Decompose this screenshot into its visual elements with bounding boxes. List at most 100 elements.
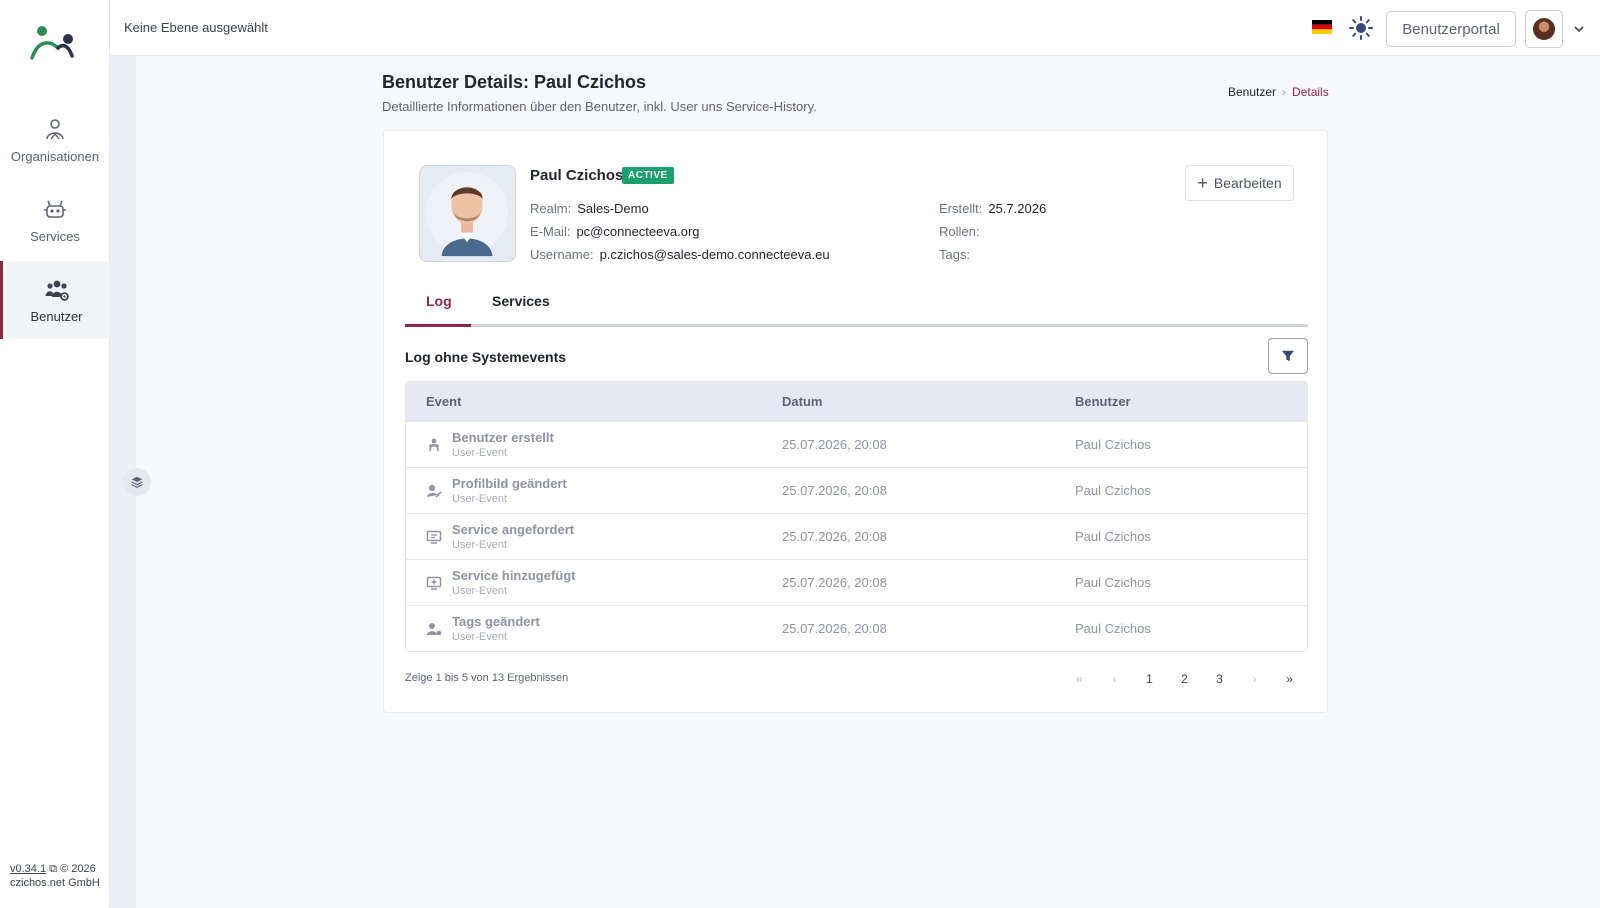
event-user: Paul Czichos	[1075, 621, 1151, 636]
event-date: 25.07.2026, 20:08	[782, 529, 887, 544]
first-page-button[interactable]: «	[1062, 667, 1097, 691]
breadcrumb: Benutzer › Details	[1228, 85, 1329, 99]
monitor-icon	[426, 530, 442, 544]
table-row[interactable]: Profilbild geändert User-Event 25.07.202…	[406, 467, 1307, 513]
avatar	[1533, 18, 1555, 40]
chevron-down-icon[interactable]	[1572, 22, 1586, 36]
result-count: Zeige 1 bis 5 von 13 Ergebnissen	[405, 672, 569, 684]
username-value: p.czichos@sales-demo.connecteeva.eu	[599, 247, 830, 262]
created-field: Erstellt: 25.7.2026	[939, 201, 1046, 216]
page-3-button[interactable]: 3	[1202, 667, 1237, 691]
event-title: Profilbild geändert	[452, 476, 567, 491]
level-selector[interactable]: Keine Ebene ausgewählt	[124, 20, 268, 35]
column-header-datum[interactable]: Datum	[782, 394, 1075, 409]
benutzerportal-button[interactable]: Benutzerportal	[1386, 11, 1516, 47]
copyright-year: © 2026	[60, 863, 96, 875]
filter-icon	[1281, 350, 1295, 362]
user-plus-icon	[429, 438, 439, 451]
plus-icon: +	[1197, 173, 1208, 193]
tags-label: Tags:	[939, 247, 971, 262]
realm-field: Realm: Sales-Demo	[530, 201, 649, 216]
user-name: Paul Czichos	[530, 167, 624, 184]
next-page-button[interactable]: ›	[1237, 667, 1272, 691]
layers-icon	[131, 476, 143, 488]
column-header-benutzer[interactable]: Benutzer	[1075, 394, 1131, 409]
page-2-button[interactable]: 2	[1167, 667, 1202, 691]
edit-button-label: Bearbeiten	[1213, 175, 1282, 191]
sidebar-item-benutzer[interactable]: Benutzer	[0, 261, 110, 339]
page-title: Benutzer Details: Paul Czichos	[382, 72, 647, 92]
tab-bar: Log Services	[405, 281, 1308, 327]
sidebar-item-label: Benutzer	[30, 308, 83, 324]
email-label: E-Mail:	[530, 224, 571, 239]
realm-label: Realm:	[530, 201, 572, 216]
filter-button[interactable]	[1268, 338, 1308, 374]
event-user: Paul Czichos	[1075, 529, 1151, 544]
table-row[interactable]: Tags geändert User-Event 25.07.2026, 20:…	[406, 605, 1307, 651]
created-label: Erstellt:	[939, 201, 983, 216]
chevron-right-icon: ›	[1282, 85, 1287, 99]
username-label: Username:	[530, 247, 594, 262]
user-photo	[419, 165, 516, 262]
page-subtitle: Detaillierte Informationen über den Benu…	[382, 99, 817, 114]
roles-label: Rollen:	[939, 224, 980, 239]
event-type: User-Event	[452, 493, 508, 505]
user-menu-button[interactable]	[1525, 10, 1563, 48]
email-value: pc@connecteeva.org	[576, 224, 700, 239]
event-type: User-Event	[452, 447, 508, 459]
users-gear-icon	[45, 280, 69, 301]
app-logo[interactable]	[28, 22, 82, 62]
prev-page-button[interactable]: ‹	[1097, 667, 1132, 691]
page-1-button[interactable]: 1	[1132, 667, 1167, 691]
app-footer: v0.34.1 ⧉ © 2026 czichos.net GmbH	[10, 862, 100, 890]
tab-services[interactable]: Services	[492, 293, 550, 309]
event-title: Tags geändert	[452, 614, 540, 629]
event-date: 25.07.2026, 20:08	[782, 483, 887, 498]
table-row[interactable]: Service angefordert User-Event 25.07.202…	[406, 513, 1307, 559]
username-field: Username: p.czichos@sales-demo.connectee…	[530, 247, 830, 262]
sidebar-item-label: Organisationen	[10, 148, 100, 164]
event-title: Benutzer erstellt	[452, 430, 554, 445]
sidebar-item-services[interactable]: Services	[0, 181, 110, 259]
external-link-icon: ⧉	[49, 863, 58, 875]
log-section-title: Log ohne Systemevents	[405, 349, 567, 365]
table-row[interactable]: Service hinzugefügt User-Event 25.07.202…	[406, 559, 1307, 605]
event-user: Paul Czichos	[1075, 437, 1151, 452]
event-title: Service hinzugefügt	[452, 568, 576, 583]
last-page-button[interactable]: »	[1272, 667, 1307, 691]
edit-button[interactable]: + Bearbeiten	[1185, 165, 1294, 201]
sidebar: Organisationen Services Benutzer v0.34.1…	[0, 0, 110, 908]
tab-log[interactable]: Log	[426, 293, 452, 309]
version-link[interactable]: v0.34.1	[10, 863, 46, 875]
event-date: 25.07.2026, 20:08	[782, 575, 887, 590]
layers-button[interactable]	[123, 468, 151, 496]
created-value: 25.7.2026	[988, 201, 1047, 216]
log-table: Event Datum Benutzer Benutzer erstellt U…	[405, 381, 1308, 652]
monitor-add-icon	[426, 576, 442, 590]
event-user: Paul Czichos	[1075, 575, 1151, 590]
table-header: Event Datum Benutzer	[406, 382, 1307, 421]
event-type: User-Event	[452, 539, 508, 551]
active-tab-indicator	[405, 324, 471, 327]
sun-icon[interactable]	[1348, 15, 1374, 41]
column-header-event[interactable]: Event	[406, 394, 782, 409]
event-title: Service angefordert	[452, 522, 575, 537]
table-row[interactable]: Benutzer erstellt User-Event 25.07.2026,…	[406, 421, 1307, 467]
robot-icon	[44, 200, 66, 218]
de-flag-icon[interactable]	[1312, 20, 1332, 34]
event-type: User-Event	[452, 585, 508, 597]
sidebar-item-organisationen[interactable]: Organisationen	[0, 101, 110, 179]
event-user: Paul Czichos	[1075, 483, 1151, 498]
user-edit-icon	[427, 484, 442, 498]
event-type: User-Event	[452, 631, 508, 643]
tags-field: Tags:	[939, 247, 976, 262]
company-name: czichos.net GmbH	[10, 877, 100, 889]
realm-value: Sales-Demo	[577, 201, 649, 216]
breadcrumb-benutzer[interactable]: Benutzer	[1228, 85, 1276, 99]
top-bar: Keine Ebene ausgewählt Benutzerportal	[110, 0, 1600, 56]
pagination: « ‹ 1 2 3 › »	[1062, 667, 1307, 691]
sidebar-item-label: Services	[30, 228, 80, 244]
event-date: 25.07.2026, 20:08	[782, 437, 887, 452]
status-badge: ACTIVE	[622, 167, 674, 184]
organization-icon	[46, 118, 64, 139]
